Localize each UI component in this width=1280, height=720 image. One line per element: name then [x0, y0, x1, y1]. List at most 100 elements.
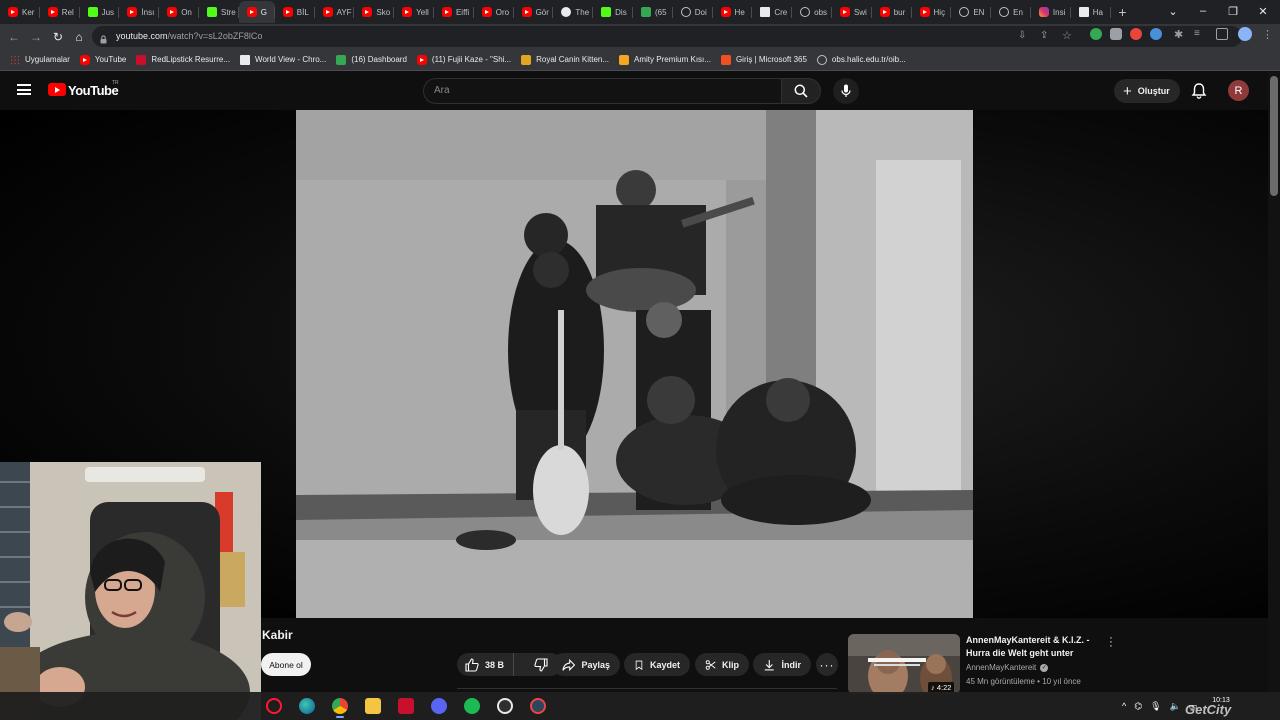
more-actions-icon[interactable]: ···	[816, 653, 838, 676]
tray-network-icon[interactable]: ⌬	[1134, 701, 1142, 712]
back-icon[interactable]: ←	[6, 29, 22, 45]
address-bar[interactable]: youtube.com/watch?v=sL2obZF8lCo ⇩ ⇪ ☆	[92, 26, 1242, 47]
tab-label: (65	[654, 7, 667, 17]
browser-tab[interactable]: Insi	[1031, 1, 1071, 23]
profile-avatar-icon[interactable]	[1238, 27, 1252, 41]
browser-tab[interactable]: Cre	[752, 1, 792, 23]
share-page-icon[interactable]: ⇪	[1040, 30, 1048, 41]
recommendation-menu-icon[interactable]: · · ·	[1106, 633, 1116, 652]
browser-tab[interactable]: Yell	[394, 1, 434, 23]
browser-tab[interactable]: G✕	[238, 1, 275, 23]
browser-tab[interactable]: Rel	[40, 1, 80, 23]
recommended-channel[interactable]: AnnenMayKantereit ✓	[966, 663, 1049, 672]
bookmark-item[interactable]: Amity Premium Kısı...	[619, 54, 711, 65]
search-box[interactable]: Ara	[423, 78, 782, 104]
tray-mic-icon[interactable]: 🎙	[1150, 701, 1161, 712]
browser-tab[interactable]: BİL	[275, 1, 315, 23]
close-window-icon[interactable]: ✕	[1248, 0, 1278, 22]
browser-tab[interactable]: Swi	[832, 1, 872, 23]
minimize-icon[interactable]: –	[1188, 0, 1218, 22]
discord-icon[interactable]	[431, 698, 447, 714]
browser-tab[interactable]: Hiç	[912, 1, 952, 23]
reading-list-icon[interactable]: ≡	[1194, 28, 1206, 40]
forward-icon[interactable]: →	[28, 29, 44, 45]
browser-tab[interactable]: The	[553, 1, 593, 23]
browser-tab[interactable]: On	[159, 1, 199, 23]
search-input[interactable]: Ara	[434, 85, 450, 96]
youtube-wordmark[interactable]: YouTube	[68, 83, 119, 98]
opera-icon[interactable]	[266, 698, 282, 714]
account-avatar[interactable]: R	[1228, 80, 1249, 101]
bookmark-star-icon[interactable]: ☆	[1062, 29, 1072, 42]
browser-tab[interactable]: Ker	[0, 1, 40, 23]
tray-chevron-icon[interactable]: ^	[1122, 701, 1126, 711]
download-button[interactable]: İndir	[753, 653, 811, 676]
clip-button[interactable]: Klip	[695, 653, 749, 676]
install-app-icon[interactable]: ⇩	[1018, 30, 1026, 41]
scrollbar-thumb[interactable]	[1270, 76, 1278, 196]
browser-tab[interactable]: Sko	[354, 1, 394, 23]
hamburger-menu-icon[interactable]	[17, 84, 31, 95]
browser-tab[interactable]: Gör	[514, 1, 554, 23]
recommended-video-title[interactable]: AnnenMayKantereit & K.I.Z. - Hurra die W…	[966, 634, 1096, 659]
home-icon[interactable]: ⌂	[71, 29, 87, 45]
video-player[interactable]	[296, 110, 973, 618]
browser-tab[interactable]: En	[991, 1, 1031, 23]
voice-search-button[interactable]	[833, 78, 859, 104]
bookmark-item[interactable]: (11) Fujii Kaze - "Shi...	[416, 54, 511, 65]
extension-ublock-icon[interactable]	[1130, 28, 1142, 40]
voice-mod-icon[interactable]	[398, 698, 414, 714]
browser-tab[interactable]: (65	[633, 1, 673, 23]
chrome-icon[interactable]	[332, 698, 348, 714]
browser-tab[interactable]: Doi	[673, 1, 713, 23]
search-button[interactable]	[781, 78, 821, 104]
browser-tab[interactable]: Ha	[1071, 1, 1111, 23]
reload-icon[interactable]: ↻	[50, 29, 66, 45]
extensions-puzzle-icon[interactable]: ✱	[1174, 28, 1186, 41]
browser-tab[interactable]: obs	[792, 1, 832, 23]
browser-tab[interactable]: bur	[872, 1, 912, 23]
browser-tab[interactable]: He	[713, 1, 753, 23]
like-button[interactable]: 38 B	[457, 653, 514, 676]
spotify-icon[interactable]	[464, 698, 480, 714]
yt-favicon-icon	[720, 7, 731, 17]
page-scrollbar[interactable]	[1268, 72, 1280, 692]
obs-icon[interactable]	[497, 698, 513, 714]
create-button[interactable]: + Oluştur	[1114, 79, 1180, 103]
bookmark-item[interactable]: Giriş | Microsoft 365	[720, 54, 807, 65]
bookmark-item[interactable]: World View - Chro...	[240, 54, 326, 65]
subscribe-button[interactable]: Abone ol	[261, 653, 311, 676]
yt-favicon-icon	[47, 7, 58, 17]
side-panel-icon[interactable]	[1216, 28, 1228, 40]
browser-tab[interactable]: EN	[951, 1, 991, 23]
edge-icon[interactable]	[299, 698, 315, 714]
bookmark-item[interactable]: obs.halic.edu.tr/oib...	[816, 54, 906, 65]
browser-tab[interactable]: İnsı	[119, 1, 159, 23]
youtube-logo-icon[interactable]	[48, 83, 66, 96]
extension-shield-icon[interactable]	[1090, 28, 1102, 40]
bookmark-item[interactable]: Royal Canin Kitten...	[521, 54, 609, 65]
save-button[interactable]: Kaydet	[624, 653, 690, 676]
bookmark-item[interactable]: (16) Dashboard	[336, 54, 407, 65]
extension-audio-icon[interactable]	[1150, 28, 1162, 40]
chrome-menu-icon[interactable]: ⋮	[1262, 28, 1274, 41]
browser-tab[interactable]: Jus	[80, 1, 120, 23]
bookmark-item[interactable]: RedLipstick Resurre...	[136, 54, 230, 65]
files-icon[interactable]	[365, 698, 381, 714]
new-tab-button[interactable]: +	[1111, 4, 1135, 20]
browser-tab[interactable]: Eiffi	[434, 1, 474, 23]
share-button[interactable]: Paylaş	[552, 653, 620, 676]
tab-search-icon[interactable]: ⌄	[1158, 0, 1188, 22]
browser-tab[interactable]: Stre	[199, 1, 239, 23]
tray-volume-icon[interactable]: 🔈	[1170, 701, 1181, 712]
bookmark-label: Uygulamalar	[25, 55, 70, 64]
bookmark-item[interactable]: Uygulamalar	[10, 54, 70, 65]
extension-clipboard-icon[interactable]	[1110, 28, 1122, 40]
browser-tab[interactable]: AYF	[315, 1, 355, 23]
browser-tab[interactable]: Dis	[593, 1, 633, 23]
browser-tab[interactable]: Oro	[474, 1, 514, 23]
restore-icon[interactable]: ❐	[1218, 0, 1248, 22]
bookmark-item[interactable]: YouTube	[79, 54, 126, 65]
steam-icon[interactable]	[530, 698, 546, 714]
notifications-bell-icon[interactable]	[1190, 82, 1208, 100]
